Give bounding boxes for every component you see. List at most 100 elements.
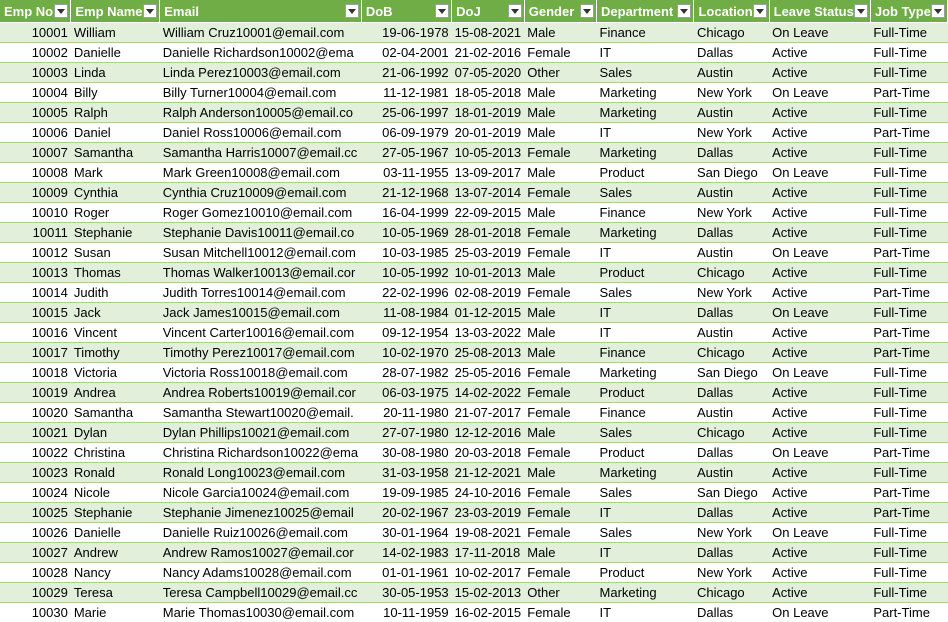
cell-leave-status[interactable]: Active	[769, 562, 871, 583]
cell-gender[interactable]: Male	[524, 202, 597, 223]
cell-email[interactable]: Timothy Perez10017@email.com	[159, 342, 362, 363]
cell-leave-status[interactable]: On Leave	[769, 242, 871, 263]
cell-department[interactable]: Marketing	[596, 82, 694, 103]
cell-gender[interactable]: Male	[524, 82, 597, 103]
cell-doj[interactable]: 20-01-2019	[451, 122, 525, 143]
cell-emp-no[interactable]: 10022	[0, 442, 71, 463]
cell-department[interactable]: Sales	[596, 422, 694, 443]
cell-dob[interactable]: 30-05-1953	[361, 582, 452, 603]
cell-dob[interactable]: 27-07-1980	[361, 422, 452, 443]
cell-job-type[interactable]: Full-Time	[870, 562, 948, 583]
cell-job-type[interactable]: Part-Time	[870, 602, 948, 622]
cell-emp-no[interactable]: 10021	[0, 422, 71, 443]
cell-emp-name[interactable]: Nancy	[70, 562, 160, 583]
cell-email[interactable]: Linda Perez10003@email.com	[159, 62, 362, 83]
cell-emp-name[interactable]: Nicole	[70, 482, 160, 503]
cell-dob[interactable]: 30-08-1980	[361, 442, 452, 463]
cell-emp-no[interactable]: 10004	[0, 82, 71, 103]
cell-dob[interactable]: 10-11-1959	[361, 602, 452, 622]
cell-department[interactable]: Finance	[596, 202, 694, 223]
cell-department[interactable]: Product	[596, 262, 694, 283]
cell-department[interactable]: Product	[596, 382, 694, 403]
cell-job-type[interactable]: Full-Time	[870, 362, 948, 383]
cell-email[interactable]: Nancy Adams10028@email.com	[159, 562, 362, 583]
filter-dropdown-icon[interactable]	[143, 4, 158, 18]
cell-doj[interactable]: 23-03-2019	[451, 502, 525, 523]
cell-emp-no[interactable]: 10005	[0, 102, 71, 123]
cell-dob[interactable]: 11-08-1984	[361, 302, 452, 323]
cell-dob[interactable]: 20-11-1980	[361, 402, 452, 423]
cell-leave-status[interactable]: Active	[769, 62, 871, 83]
cell-emp-no[interactable]: 10026	[0, 522, 71, 543]
cell-emp-no[interactable]: 10003	[0, 62, 71, 83]
cell-doj[interactable]: 15-02-2013	[451, 582, 525, 603]
cell-leave-status[interactable]: On Leave	[769, 162, 871, 183]
cell-gender[interactable]: Female	[524, 502, 597, 523]
cell-department[interactable]: IT	[596, 602, 694, 622]
filter-dropdown-icon[interactable]	[54, 4, 69, 18]
cell-location[interactable]: San Diego	[693, 162, 770, 183]
cell-gender[interactable]: Other	[524, 582, 597, 603]
cell-location[interactable]: Dallas	[693, 302, 770, 323]
cell-leave-status[interactable]: Active	[769, 542, 871, 563]
cell-email[interactable]: Cynthia Cruz10009@email.com	[159, 182, 362, 203]
header-emp-name[interactable]: Emp Name	[70, 0, 161, 23]
cell-job-type[interactable]: Full-Time	[870, 542, 948, 563]
cell-doj[interactable]: 20-03-2018	[451, 442, 525, 463]
cell-email[interactable]: Vincent Carter10016@email.com	[159, 322, 362, 343]
cell-department[interactable]: Finance	[596, 342, 694, 363]
cell-location[interactable]: New York	[693, 282, 770, 303]
cell-leave-status[interactable]: Active	[769, 42, 871, 63]
cell-department[interactable]: Product	[596, 162, 694, 183]
cell-dob[interactable]: 25-06-1997	[361, 102, 452, 123]
cell-emp-name[interactable]: Daniel	[70, 122, 160, 143]
cell-location[interactable]: New York	[693, 82, 770, 103]
cell-job-type[interactable]: Full-Time	[870, 302, 948, 323]
cell-location[interactable]: New York	[693, 522, 770, 543]
cell-emp-no[interactable]: 10023	[0, 462, 71, 483]
header-emp-no[interactable]: Emp No	[0, 0, 72, 23]
cell-emp-no[interactable]: 10007	[0, 142, 71, 163]
cell-emp-name[interactable]: Timothy	[70, 342, 160, 363]
cell-emp-no[interactable]: 10012	[0, 242, 71, 263]
cell-gender[interactable]: Other	[524, 62, 597, 83]
cell-gender[interactable]: Male	[524, 422, 597, 443]
cell-emp-name[interactable]: Marie	[70, 602, 160, 622]
cell-gender[interactable]: Male	[524, 262, 597, 283]
cell-dob[interactable]: 21-12-1968	[361, 182, 452, 203]
cell-leave-status[interactable]: Active	[769, 262, 871, 283]
cell-emp-no[interactable]: 10016	[0, 322, 71, 343]
cell-department[interactable]: Marketing	[596, 582, 694, 603]
cell-email[interactable]: Danielle Richardson10002@ema	[159, 42, 362, 63]
cell-email[interactable]: Thomas Walker10013@email.cor	[159, 262, 362, 283]
cell-dob[interactable]: 19-09-1985	[361, 482, 452, 503]
header-job-type[interactable]: Job Type	[870, 0, 948, 23]
cell-leave-status[interactable]: On Leave	[769, 22, 871, 43]
cell-leave-status[interactable]: Active	[769, 142, 871, 163]
cell-emp-no[interactable]: 10018	[0, 362, 71, 383]
cell-email[interactable]: Samantha Harris10007@email.cc	[159, 142, 362, 163]
cell-emp-no[interactable]: 10027	[0, 542, 71, 563]
cell-dob[interactable]: 22-02-1996	[361, 282, 452, 303]
cell-department[interactable]: Marketing	[596, 142, 694, 163]
cell-gender[interactable]: Female	[524, 42, 597, 63]
cell-job-type[interactable]: Full-Time	[870, 22, 948, 43]
cell-location[interactable]: Dallas	[693, 602, 770, 622]
cell-job-type[interactable]: Full-Time	[870, 462, 948, 483]
cell-location[interactable]: Austin	[693, 402, 770, 423]
cell-doj[interactable]: 07-05-2020	[451, 62, 525, 83]
cell-job-type[interactable]: Part-Time	[870, 122, 948, 143]
cell-location[interactable]: Austin	[693, 242, 770, 263]
cell-leave-status[interactable]: Active	[769, 582, 871, 603]
cell-gender[interactable]: Male	[524, 162, 597, 183]
cell-email[interactable]: Andrew Ramos10027@email.cor	[159, 542, 362, 563]
cell-job-type[interactable]: Part-Time	[870, 482, 948, 503]
cell-job-type[interactable]: Full-Time	[870, 262, 948, 283]
cell-emp-no[interactable]: 10028	[0, 562, 71, 583]
cell-email[interactable]: Dylan Phillips10021@email.com	[159, 422, 362, 443]
cell-emp-name[interactable]: Thomas	[70, 262, 160, 283]
cell-department[interactable]: IT	[596, 322, 694, 343]
cell-job-type[interactable]: Part-Time	[870, 322, 948, 343]
cell-dob[interactable]: 10-05-1992	[361, 262, 452, 283]
cell-location[interactable]: San Diego	[693, 482, 770, 503]
